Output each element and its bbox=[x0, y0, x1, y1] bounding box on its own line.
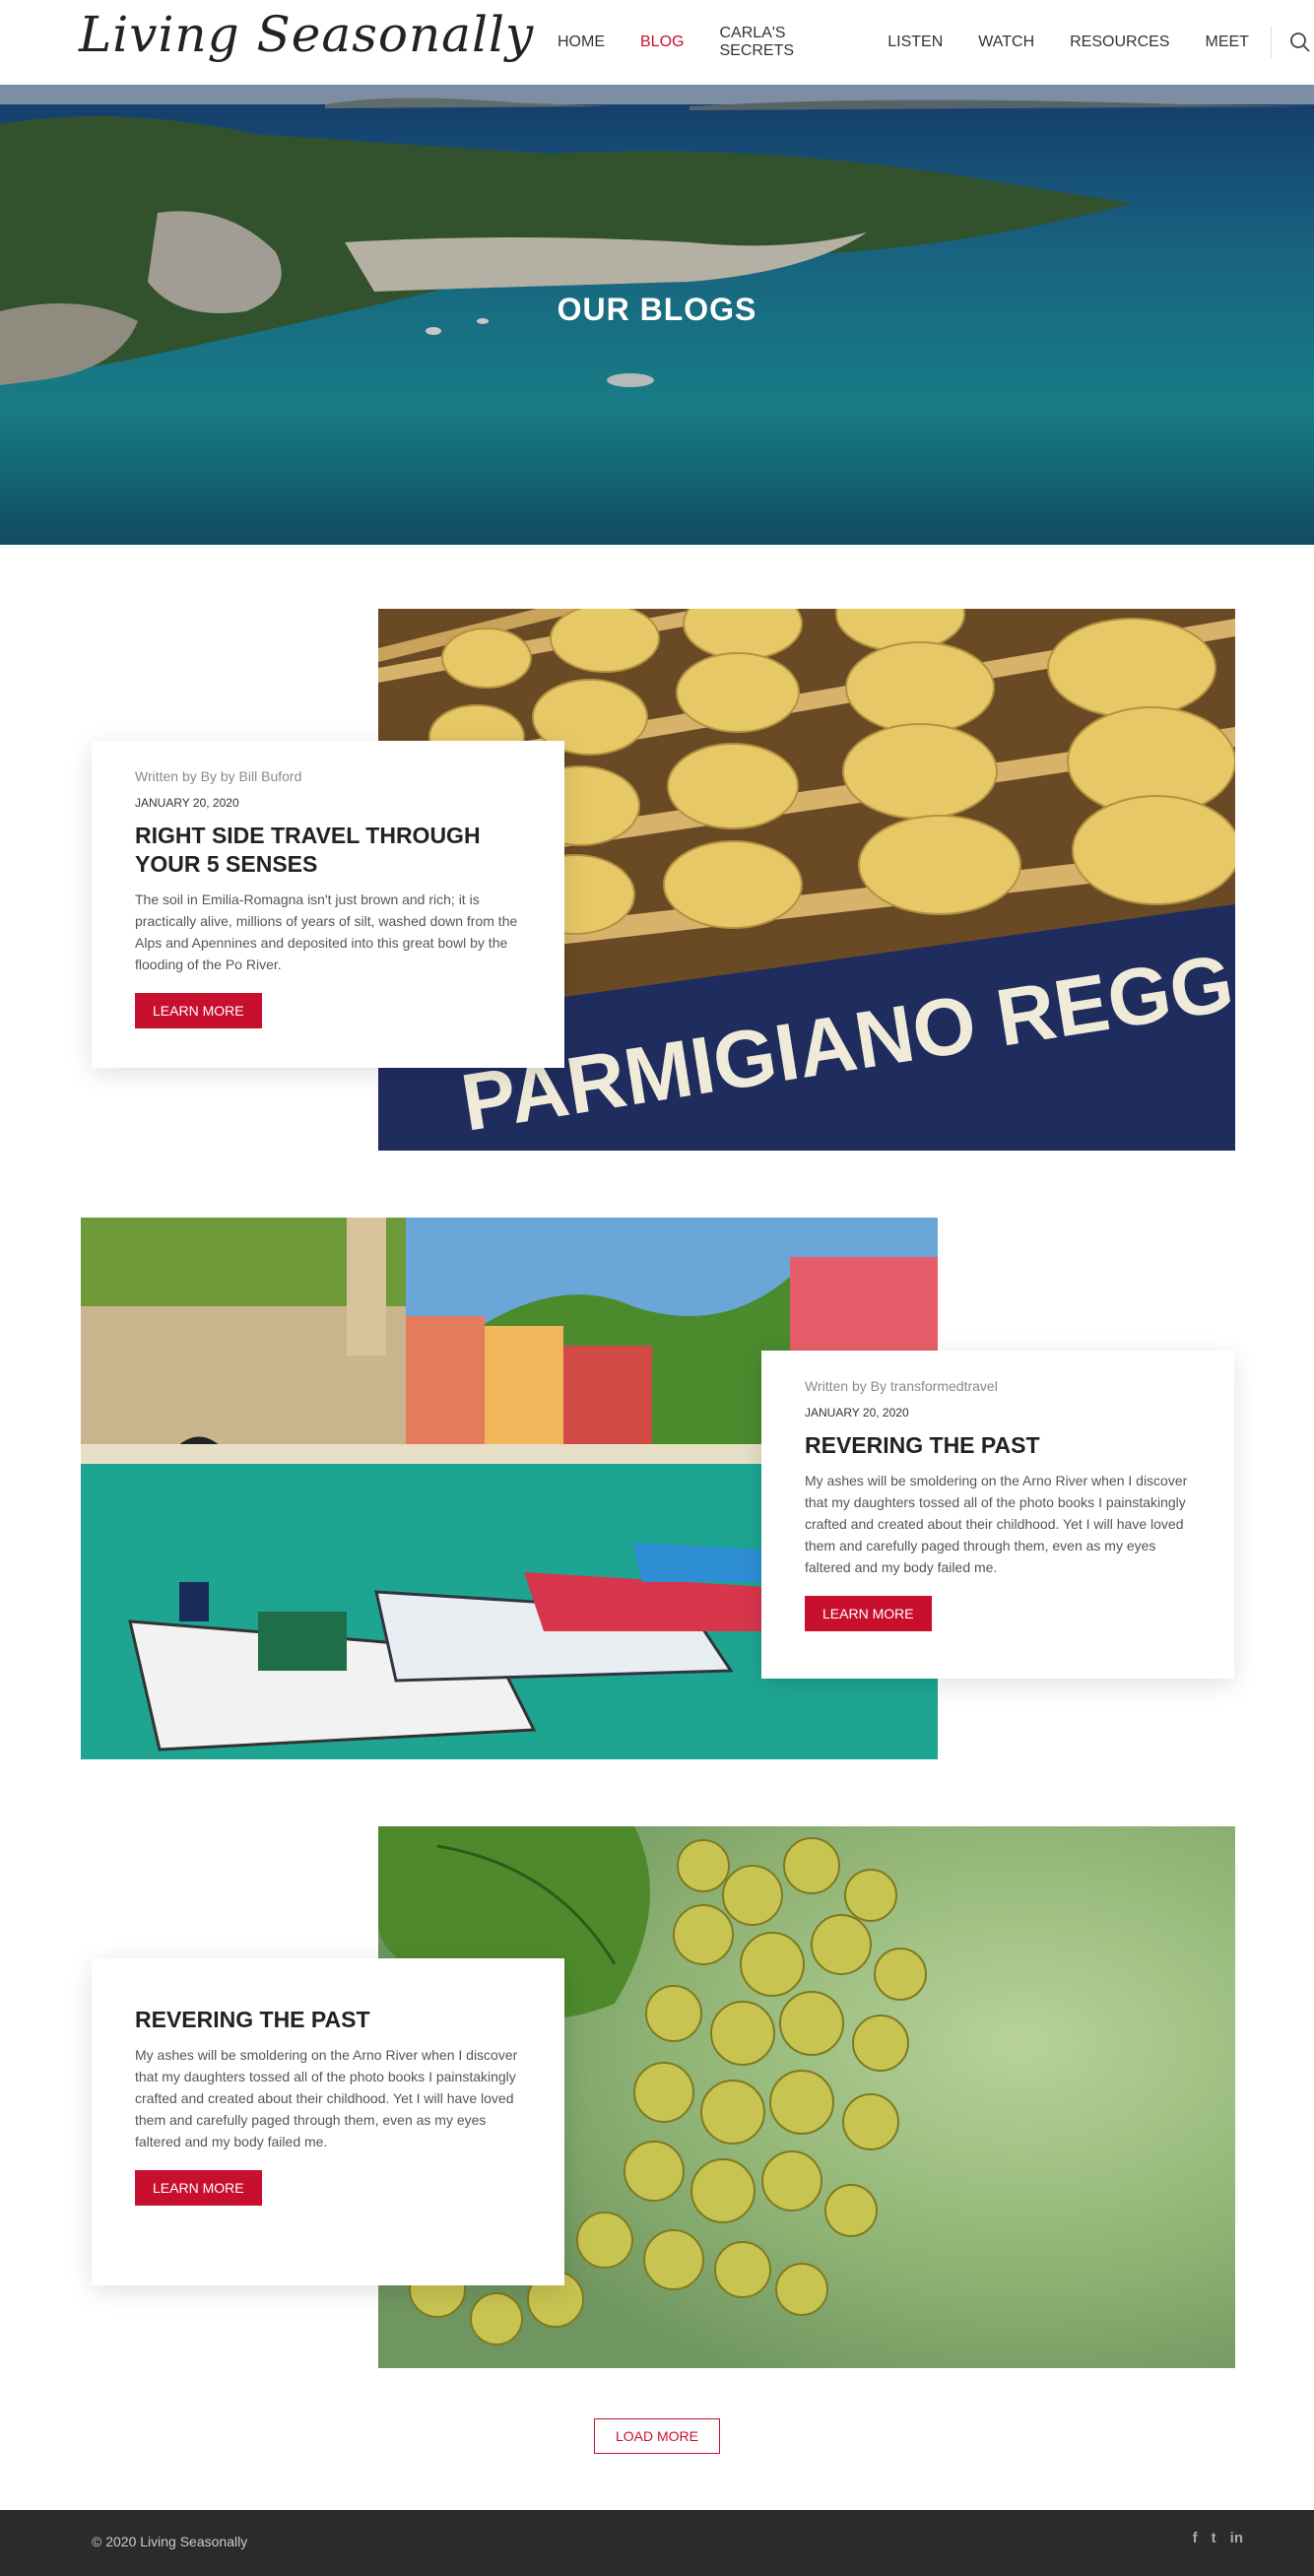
post-1-byline: Written by By by Bill Buford bbox=[135, 768, 302, 784]
post-2-byline: Written by By transformedtravel bbox=[805, 1378, 998, 1394]
copyright-text: © 2020 Living Seasonally bbox=[92, 2534, 248, 2549]
linkedin-icon[interactable]: in bbox=[1230, 2530, 1243, 2546]
nav-meet[interactable]: MEET bbox=[1205, 33, 1248, 51]
post-2-learn-more-button[interactable]: LEARN MORE bbox=[805, 1596, 932, 1631]
hero-banner: OUR BLOGS bbox=[0, 85, 1314, 545]
nav-listen[interactable]: LISTEN bbox=[887, 33, 943, 51]
nav-carlas-secrets[interactable]: CARLA'S SECRETS bbox=[719, 25, 852, 60]
post-1-card: Written by By by Bill Buford JANUARY 20,… bbox=[92, 741, 564, 1068]
site-logo[interactable]: Living Seasonally bbox=[79, 6, 534, 63]
twitter-icon[interactable]: t bbox=[1212, 2530, 1216, 2546]
post-3-title[interactable]: REVERING THE PAST bbox=[135, 2006, 521, 2034]
nav-divider bbox=[1270, 27, 1272, 58]
search-icon[interactable] bbox=[1283, 26, 1314, 59]
load-more-button[interactable]: LOAD MORE bbox=[594, 2418, 720, 2454]
nav-blog[interactable]: BLOG bbox=[640, 33, 684, 51]
post-1-date: JANUARY 20, 2020 bbox=[135, 796, 239, 810]
site-footer: © 2020 Living Seasonally f t in bbox=[0, 2510, 1314, 2576]
post-2-title[interactable]: REVERING THE PAST bbox=[805, 1431, 1191, 1460]
facebook-icon[interactable]: f bbox=[1193, 2530, 1198, 2546]
nav-resources[interactable]: RESOURCES bbox=[1070, 33, 1169, 51]
post-1-learn-more-button[interactable]: LEARN MORE bbox=[135, 993, 262, 1028]
site-header: Living Seasonally HOME BLOG CARLA'S SECR… bbox=[0, 0, 1314, 85]
hero-title: OUR BLOGS bbox=[557, 292, 757, 327]
post-2-date: JANUARY 20, 2020 bbox=[805, 1406, 909, 1420]
main-nav: HOME BLOG CARLA'S SECRETS LISTEN WATCH R… bbox=[540, 0, 1314, 85]
post-1-title[interactable]: RIGHT SIDE TRAVEL THROUGH YOUR 5 SENSES bbox=[135, 822, 521, 879]
post-3-card: REVERING THE PAST My ashes will be smold… bbox=[92, 1958, 564, 2285]
post-3-learn-more-button[interactable]: LEARN MORE bbox=[135, 2170, 262, 2206]
post-3-excerpt: My ashes will be smoldering on the Arno … bbox=[135, 2047, 518, 2149]
post-2-card: Written by By transformedtravel JANUARY … bbox=[761, 1351, 1234, 1679]
social-links: f t in bbox=[1193, 2530, 1243, 2546]
nav-watch[interactable]: WATCH bbox=[978, 33, 1034, 51]
post-2-excerpt: My ashes will be smoldering on the Arno … bbox=[805, 1473, 1188, 1575]
nav-home[interactable]: HOME bbox=[558, 33, 605, 51]
post-1-excerpt: The soil in Emilia-Romagna isn't just br… bbox=[135, 892, 518, 972]
